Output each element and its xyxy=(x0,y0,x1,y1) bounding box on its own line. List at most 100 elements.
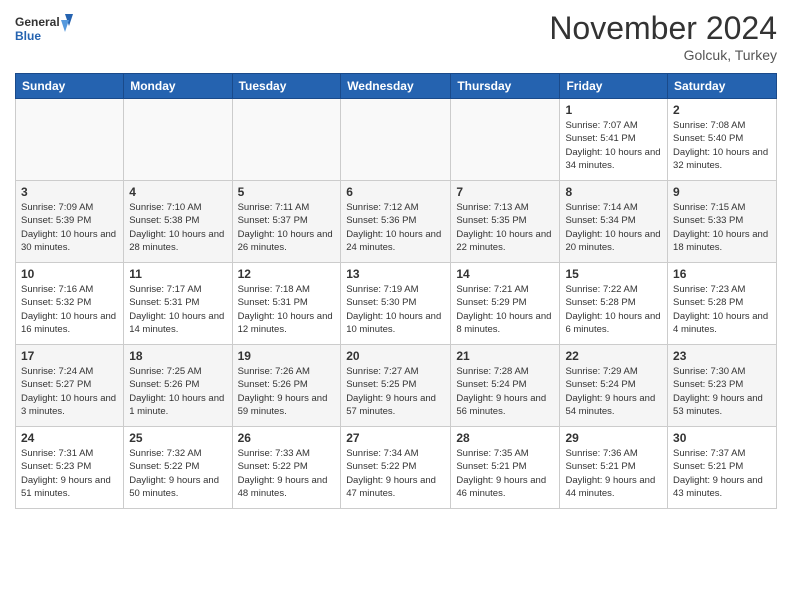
logo-svg: General Blue xyxy=(15,10,75,50)
calendar-cell: 14 Sunrise: 7:21 AM Sunset: 5:29 PM Dayl… xyxy=(451,263,560,345)
day-number: 7 xyxy=(456,185,554,199)
day-info: Sunrise: 7:33 AM Sunset: 5:22 PM Dayligh… xyxy=(238,448,328,499)
day-info: Sunrise: 7:28 AM Sunset: 5:24 PM Dayligh… xyxy=(456,366,546,417)
calendar-cell: 28 Sunrise: 7:35 AM Sunset: 5:21 PM Dayl… xyxy=(451,427,560,509)
calendar-cell: 17 Sunrise: 7:24 AM Sunset: 5:27 PM Dayl… xyxy=(16,345,124,427)
calendar-cell: 13 Sunrise: 7:19 AM Sunset: 5:30 PM Dayl… xyxy=(341,263,451,345)
day-info: Sunrise: 7:27 AM Sunset: 5:25 PM Dayligh… xyxy=(346,366,436,417)
calendar-cell: 11 Sunrise: 7:17 AM Sunset: 5:31 PM Dayl… xyxy=(124,263,232,345)
calendar-cell: 18 Sunrise: 7:25 AM Sunset: 5:26 PM Dayl… xyxy=(124,345,232,427)
day-number: 18 xyxy=(129,349,226,363)
day-info: Sunrise: 7:09 AM Sunset: 5:39 PM Dayligh… xyxy=(21,202,116,253)
calendar-cell: 4 Sunrise: 7:10 AM Sunset: 5:38 PM Dayli… xyxy=(124,181,232,263)
day-info: Sunrise: 7:31 AM Sunset: 5:23 PM Dayligh… xyxy=(21,448,111,499)
logo: General Blue xyxy=(15,10,75,50)
col-thursday: Thursday xyxy=(451,74,560,99)
col-saturday: Saturday xyxy=(668,74,777,99)
calendar-cell: 19 Sunrise: 7:26 AM Sunset: 5:26 PM Dayl… xyxy=(232,345,341,427)
day-info: Sunrise: 7:17 AM Sunset: 5:31 PM Dayligh… xyxy=(129,284,224,335)
calendar-cell: 27 Sunrise: 7:34 AM Sunset: 5:22 PM Dayl… xyxy=(341,427,451,509)
calendar-cell: 9 Sunrise: 7:15 AM Sunset: 5:33 PM Dayli… xyxy=(668,181,777,263)
calendar-cell xyxy=(341,99,451,181)
day-info: Sunrise: 7:29 AM Sunset: 5:24 PM Dayligh… xyxy=(565,366,655,417)
day-info: Sunrise: 7:16 AM Sunset: 5:32 PM Dayligh… xyxy=(21,284,116,335)
calendar-week-row: 1 Sunrise: 7:07 AM Sunset: 5:41 PM Dayli… xyxy=(16,99,777,181)
day-number: 13 xyxy=(346,267,445,281)
calendar-week-row: 3 Sunrise: 7:09 AM Sunset: 5:39 PM Dayli… xyxy=(16,181,777,263)
day-info: Sunrise: 7:26 AM Sunset: 5:26 PM Dayligh… xyxy=(238,366,328,417)
calendar-cell: 6 Sunrise: 7:12 AM Sunset: 5:36 PM Dayli… xyxy=(341,181,451,263)
day-number: 19 xyxy=(238,349,336,363)
calendar-cell: 12 Sunrise: 7:18 AM Sunset: 5:31 PM Dayl… xyxy=(232,263,341,345)
col-monday: Monday xyxy=(124,74,232,99)
day-number: 29 xyxy=(565,431,662,445)
day-info: Sunrise: 7:14 AM Sunset: 5:34 PM Dayligh… xyxy=(565,202,660,253)
day-info: Sunrise: 7:22 AM Sunset: 5:28 PM Dayligh… xyxy=(565,284,660,335)
day-number: 10 xyxy=(21,267,118,281)
day-number: 22 xyxy=(565,349,662,363)
day-number: 8 xyxy=(565,185,662,199)
calendar-cell: 24 Sunrise: 7:31 AM Sunset: 5:23 PM Dayl… xyxy=(16,427,124,509)
day-number: 23 xyxy=(673,349,771,363)
day-number: 26 xyxy=(238,431,336,445)
day-info: Sunrise: 7:34 AM Sunset: 5:22 PM Dayligh… xyxy=(346,448,436,499)
col-friday: Friday xyxy=(560,74,668,99)
day-info: Sunrise: 7:19 AM Sunset: 5:30 PM Dayligh… xyxy=(346,284,441,335)
svg-text:General: General xyxy=(15,15,60,29)
day-number: 17 xyxy=(21,349,118,363)
day-info: Sunrise: 7:37 AM Sunset: 5:21 PM Dayligh… xyxy=(673,448,763,499)
day-number: 5 xyxy=(238,185,336,199)
day-info: Sunrise: 7:08 AM Sunset: 5:40 PM Dayligh… xyxy=(673,120,768,171)
day-info: Sunrise: 7:07 AM Sunset: 5:41 PM Dayligh… xyxy=(565,120,660,171)
day-number: 4 xyxy=(129,185,226,199)
calendar-cell xyxy=(451,99,560,181)
day-info: Sunrise: 7:25 AM Sunset: 5:26 PM Dayligh… xyxy=(129,366,224,417)
day-info: Sunrise: 7:30 AM Sunset: 5:23 PM Dayligh… xyxy=(673,366,763,417)
calendar-cell: 30 Sunrise: 7:37 AM Sunset: 5:21 PM Dayl… xyxy=(668,427,777,509)
day-number: 1 xyxy=(565,103,662,117)
day-number: 9 xyxy=(673,185,771,199)
calendar-cell xyxy=(232,99,341,181)
day-number: 3 xyxy=(21,185,118,199)
calendar-cell: 3 Sunrise: 7:09 AM Sunset: 5:39 PM Dayli… xyxy=(16,181,124,263)
day-number: 2 xyxy=(673,103,771,117)
day-number: 27 xyxy=(346,431,445,445)
day-number: 28 xyxy=(456,431,554,445)
calendar-week-row: 24 Sunrise: 7:31 AM Sunset: 5:23 PM Dayl… xyxy=(16,427,777,509)
svg-text:Blue: Blue xyxy=(15,29,41,43)
calendar-cell: 8 Sunrise: 7:14 AM Sunset: 5:34 PM Dayli… xyxy=(560,181,668,263)
day-info: Sunrise: 7:18 AM Sunset: 5:31 PM Dayligh… xyxy=(238,284,333,335)
month-title: November 2024 xyxy=(549,10,777,47)
day-info: Sunrise: 7:13 AM Sunset: 5:35 PM Dayligh… xyxy=(456,202,551,253)
calendar-cell: 23 Sunrise: 7:30 AM Sunset: 5:23 PM Dayl… xyxy=(668,345,777,427)
day-number: 15 xyxy=(565,267,662,281)
calendar-cell: 2 Sunrise: 7:08 AM Sunset: 5:40 PM Dayli… xyxy=(668,99,777,181)
calendar-cell xyxy=(16,99,124,181)
day-info: Sunrise: 7:12 AM Sunset: 5:36 PM Dayligh… xyxy=(346,202,441,253)
header: General Blue November 2024 Golcuk, Turke… xyxy=(15,10,777,63)
calendar-cell: 21 Sunrise: 7:28 AM Sunset: 5:24 PM Dayl… xyxy=(451,345,560,427)
col-wednesday: Wednesday xyxy=(341,74,451,99)
day-number: 16 xyxy=(673,267,771,281)
day-number: 24 xyxy=(21,431,118,445)
title-block: November 2024 Golcuk, Turkey xyxy=(549,10,777,63)
day-info: Sunrise: 7:21 AM Sunset: 5:29 PM Dayligh… xyxy=(456,284,551,335)
day-info: Sunrise: 7:11 AM Sunset: 5:37 PM Dayligh… xyxy=(238,202,333,253)
calendar-cell: 7 Sunrise: 7:13 AM Sunset: 5:35 PM Dayli… xyxy=(451,181,560,263)
day-info: Sunrise: 7:24 AM Sunset: 5:27 PM Dayligh… xyxy=(21,366,116,417)
day-info: Sunrise: 7:36 AM Sunset: 5:21 PM Dayligh… xyxy=(565,448,655,499)
day-number: 25 xyxy=(129,431,226,445)
calendar-week-row: 10 Sunrise: 7:16 AM Sunset: 5:32 PM Dayl… xyxy=(16,263,777,345)
day-number: 6 xyxy=(346,185,445,199)
calendar-cell: 26 Sunrise: 7:33 AM Sunset: 5:22 PM Dayl… xyxy=(232,427,341,509)
day-number: 21 xyxy=(456,349,554,363)
page: General Blue November 2024 Golcuk, Turke… xyxy=(0,0,792,612)
day-number: 12 xyxy=(238,267,336,281)
calendar-cell: 1 Sunrise: 7:07 AM Sunset: 5:41 PM Dayli… xyxy=(560,99,668,181)
calendar-cell: 22 Sunrise: 7:29 AM Sunset: 5:24 PM Dayl… xyxy=(560,345,668,427)
day-info: Sunrise: 7:15 AM Sunset: 5:33 PM Dayligh… xyxy=(673,202,768,253)
calendar-week-row: 17 Sunrise: 7:24 AM Sunset: 5:27 PM Dayl… xyxy=(16,345,777,427)
day-info: Sunrise: 7:32 AM Sunset: 5:22 PM Dayligh… xyxy=(129,448,219,499)
day-info: Sunrise: 7:23 AM Sunset: 5:28 PM Dayligh… xyxy=(673,284,768,335)
calendar-header-row: Sunday Monday Tuesday Wednesday Thursday… xyxy=(16,74,777,99)
